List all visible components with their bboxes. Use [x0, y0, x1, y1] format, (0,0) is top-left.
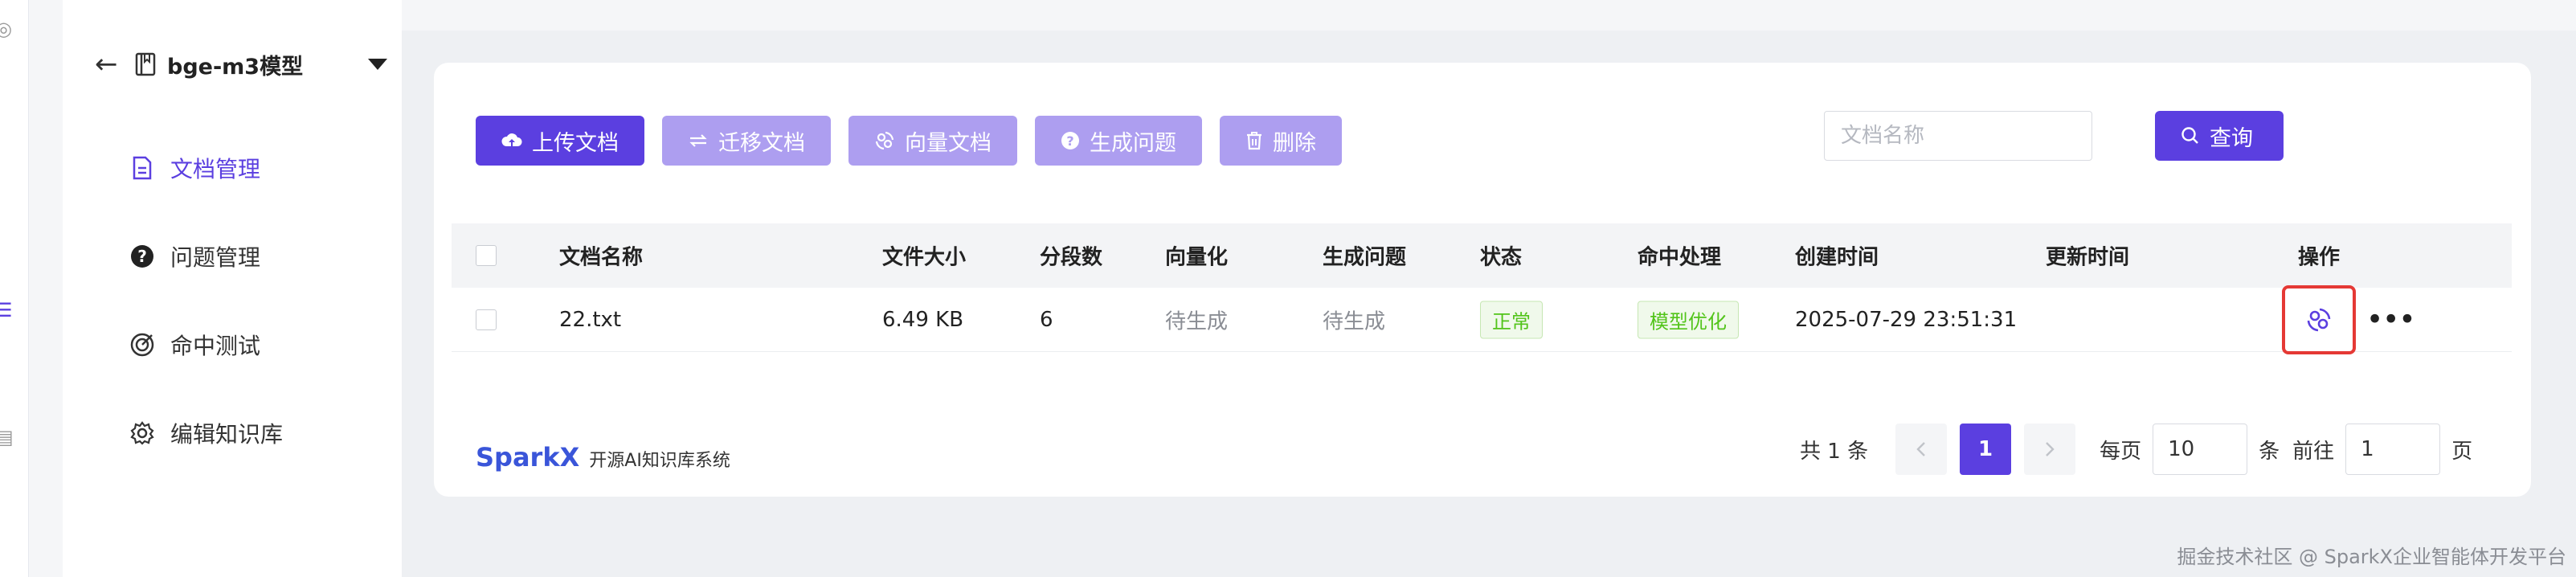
hit-badge: 模型优化: [1638, 301, 1739, 338]
chevron-left-icon: [1916, 442, 1925, 456]
header-actions: 操作: [2298, 245, 2341, 270]
header-vectorize: 向量化: [1165, 245, 1229, 270]
rail-icon[interactable]: ▤: [0, 426, 14, 448]
document-name-search-input[interactable]: [1824, 111, 2092, 161]
sidebar-item-hit-test[interactable]: 命中测试: [129, 325, 260, 365]
document-icon: [129, 154, 156, 182]
cell-name[interactable]: 22.txt: [559, 308, 621, 332]
goto-label: 前往: [2292, 439, 2335, 464]
delete-button[interactable]: 删除: [1220, 116, 1342, 166]
app-window: ◎ ☰ ▤ ← bge-m3模型 文档管理 ? 问题管理 命中测试 编辑知识库 …: [0, 0, 2576, 577]
question-circle-icon: ?: [129, 243, 156, 270]
goto-unit: 页: [2451, 439, 2473, 464]
vectorize-label: 向量文档: [905, 130, 992, 156]
page-size-input[interactable]: [2153, 424, 2248, 475]
header-status: 状态: [1480, 245, 1523, 270]
trash-icon: [1245, 131, 1263, 150]
more-actions-icon[interactable]: •••: [2367, 305, 2416, 334]
document-card: 上传文档 迁移文档 向量文档 ? 生成问题 删除 文档名称 查询 文档名称 文件…: [434, 63, 2531, 497]
sidebar-item-documents[interactable]: 文档管理: [129, 148, 260, 188]
search-button[interactable]: 查询: [2155, 111, 2284, 161]
generate-question-button[interactable]: ? 生成问题: [1035, 116, 1202, 166]
sidebar-item-label: 命中测试: [170, 333, 261, 359]
svg-text:?: ?: [137, 247, 147, 266]
sidebar-item-label: 编辑知识库: [170, 421, 284, 448]
vectorize-action-button[interactable]: [2282, 284, 2356, 354]
next-page-button[interactable]: [2024, 424, 2076, 475]
migrate-label: 迁移文档: [718, 130, 805, 156]
select-all-checkbox[interactable]: [476, 245, 497, 266]
watermark: 掘金技术社区 @ SparkX企业智能体开发平台: [2177, 546, 2566, 568]
table-row: 22.txt 6.49 KB 6 待生成 待生成 正常 模型优化 2025-07…: [452, 284, 2512, 354]
svg-text:?: ?: [1066, 133, 1073, 149]
target-icon: [129, 331, 156, 358]
back-arrow-icon[interactable]: ←: [95, 51, 135, 78]
search-icon: [2181, 126, 2200, 145]
header-name: 文档名称: [559, 245, 644, 270]
per-page-label: 每页: [2100, 439, 2142, 464]
header-created: 创建时间: [1795, 245, 1879, 270]
rail-active-icon[interactable]: ☰: [0, 299, 13, 321]
sidebar-item-edit-kb[interactable]: 编辑知识库: [129, 413, 283, 453]
cell-segments: 6: [1040, 307, 1053, 332]
gear-icon: [129, 419, 156, 447]
kb-header: ← bge-m3模型: [95, 47, 392, 82]
upload-label: 上传文档: [532, 130, 619, 156]
header-size: 文件大小: [882, 245, 967, 270]
main-content: 上传文档 迁移文档 向量文档 ? 生成问题 删除 文档名称 查询 文档名称 文件…: [402, 31, 2576, 577]
total-count: 共 1 条: [1800, 439, 1869, 464]
book-icon: [135, 52, 167, 76]
header-segments: 分段数: [1040, 245, 1103, 270]
rail-icon[interactable]: ◎: [0, 18, 12, 40]
cell-size: 6.49 KB: [882, 307, 964, 332]
header-generate: 生成问题: [1323, 245, 1407, 270]
cell-generate: 待生成: [1323, 309, 1386, 334]
sidebar-item-label: 问题管理: [170, 244, 261, 271]
sidebar-item-label: 文档管理: [170, 156, 261, 182]
page-button[interactable]: 1: [1960, 424, 2012, 475]
question-circle-icon: ?: [1061, 131, 1080, 150]
document-table: 文档名称 文件大小 分段数 向量化 生成问题 状态 命中处理 创建时间 更新时间…: [452, 223, 2512, 354]
status-badge: 正常: [1480, 301, 1543, 338]
chevron-right-icon: [2046, 442, 2055, 456]
upload-document-button[interactable]: 上传文档: [476, 116, 644, 166]
toolbar: 上传文档 迁移文档 向量文档 ? 生成问题 删除: [476, 116, 1342, 166]
cell-created: 2025-07-29 23:51:31: [1795, 307, 2018, 332]
sidebar-item-questions[interactable]: ? 问题管理: [129, 236, 260, 276]
kb-name: bge-m3模型: [167, 54, 304, 80]
left-rail: ◎ ☰ ▤: [0, 0, 29, 577]
vectorize-icon: [2307, 308, 2331, 331]
prev-page-button[interactable]: [1895, 424, 1948, 475]
row-checkbox[interactable]: [476, 309, 497, 330]
cloud-upload-icon: [501, 132, 522, 149]
brand: SparkX 开源AI知识库系统: [476, 442, 730, 473]
vectorize-document-button[interactable]: 向量文档: [848, 116, 1017, 166]
swap-icon: [688, 132, 709, 149]
delete-label: 删除: [1273, 130, 1316, 156]
brand-subtitle: 开源AI知识库系统: [589, 451, 730, 471]
brand-logo: SparkX: [476, 442, 580, 473]
pagination: 共 1 条 1 每页 条 前往 页: [1800, 423, 2472, 476]
per-page-unit: 条: [2259, 439, 2280, 464]
vectorize-icon: [874, 130, 895, 151]
search-button-label: 查询: [2210, 125, 2253, 151]
caret-down-icon[interactable]: [368, 59, 387, 70]
generate-label: 生成问题: [1090, 130, 1176, 156]
knowledge-base-sidebar: ← bge-m3模型 文档管理 ? 问题管理 命中测试 编辑知识库: [63, 0, 402, 577]
header-hit: 命中处理: [1638, 245, 1722, 270]
goto-page-input[interactable]: [2345, 424, 2441, 475]
cell-vectorize: 待生成: [1165, 309, 1229, 334]
header-updated: 更新时间: [2046, 245, 2130, 270]
migrate-document-button[interactable]: 迁移文档: [662, 116, 831, 166]
table-header: 文档名称 文件大小 分段数 向量化 生成问题 状态 命中处理 创建时间 更新时间…: [452, 223, 2512, 288]
